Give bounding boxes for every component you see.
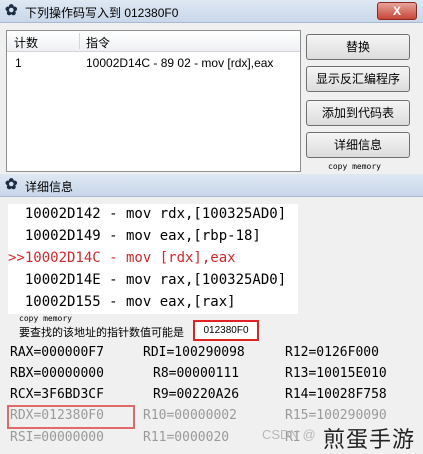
cheat-engine-icon: ✿ — [5, 2, 18, 19]
register-value: R15=100290090 — [285, 408, 387, 423]
pointer-hint: 要查找的该地址的指针数值可能是 — [19, 327, 184, 339]
register-value: R9=00220A26 — [153, 387, 240, 402]
code-line: 10002D14E - mov rax,[100325AD0] — [8, 272, 287, 288]
more-info-button[interactable]: 详细信息 — [306, 132, 410, 158]
opcode-window: ✿ 下列操作码写入到 012380F0 X 计数 指令 1 10002D14C … — [0, 0, 423, 174]
row-instruction: 10002D14C - 89 02 - mov [rdx],eax — [86, 56, 274, 70]
code-line-current: >>10002D14C - mov [rdx],eax — [8, 250, 236, 266]
opcode-window-titlebar[interactable]: ✿ 下列操作码写入到 012380F0 X — [0, 0, 423, 23]
register-value: RAX=000000F7 — [10, 345, 104, 360]
register-value: R13=10015E010 — [285, 366, 387, 381]
register-value: R8=00000111 — [153, 366, 240, 381]
copy-memory-label: copy memory — [19, 314, 72, 323]
register-value: RDI=100290098 — [143, 345, 245, 360]
pointer-value[interactable]: 012380F0 — [193, 320, 259, 341]
cheat-engine-icon: ✿ — [5, 176, 18, 193]
close-button[interactable]: X — [377, 2, 417, 20]
register-value: R12=0126F000 — [285, 345, 379, 360]
details-window-title: 详细信息 — [25, 180, 74, 194]
brand-watermark: 煎蛋手游 — [323, 427, 416, 452]
list-header: 计数 指令 — [7, 31, 300, 52]
code-line: 10002D149 - mov eax,[rbp-18] — [8, 228, 261, 244]
row-count: 1 — [15, 56, 22, 70]
register-value: RBX=00000000 — [10, 366, 104, 381]
show-disassembler-button[interactable]: 显示反汇编程序 — [306, 66, 410, 92]
register-value: RSI=00000000 — [10, 430, 104, 445]
copy-memory-note: copy memory — [328, 162, 381, 171]
register-value: R14=10028F758 — [285, 387, 387, 402]
code-line: 10002D155 - mov eax,[rax] — [8, 294, 236, 310]
column-separator — [79, 33, 80, 49]
register-rdx: RDX=012380F0 — [10, 408, 104, 423]
list-row[interactable]: 1 10002D14C - 89 02 - mov [rdx],eax — [7, 53, 300, 73]
column-count[interactable]: 计数 — [14, 34, 38, 51]
code-line: 10002D142 - mov rdx,[100325AD0] — [8, 206, 287, 222]
register-value: RCX=3F6BD3CF — [10, 387, 104, 402]
register-value: R10=00000002 — [143, 408, 237, 423]
column-instruction[interactable]: 指令 — [86, 34, 110, 51]
opcode-window-title: 下列操作码写入到 012380F0 — [25, 6, 179, 20]
register-value: R11=0000020 — [143, 430, 230, 445]
csdn-watermark: CSDN @ — [262, 427, 316, 442]
disassembly-view[interactable]: 10002D142 - mov rdx,[100325AD0] 10002D14… — [8, 204, 298, 314]
opcode-list[interactable]: 计数 指令 1 10002D14C - 89 02 - mov [rdx],ea… — [6, 30, 301, 172]
replace-button[interactable]: 替换 — [306, 34, 410, 60]
add-to-codelist-button[interactable]: 添加到代码表 — [306, 100, 410, 126]
details-window-titlebar[interactable]: ✿ 详细信息 — [0, 174, 423, 197]
